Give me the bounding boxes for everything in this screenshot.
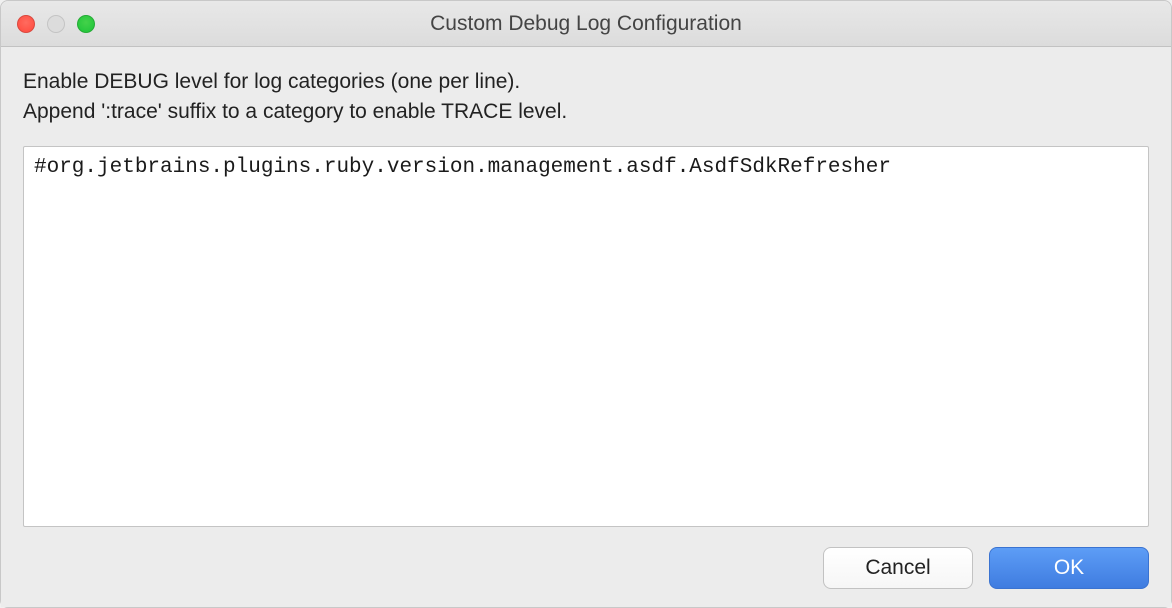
button-row: Cancel OK xyxy=(23,545,1149,589)
minimize-icon xyxy=(47,15,65,33)
traffic-lights xyxy=(17,15,95,33)
maximize-icon[interactable] xyxy=(77,15,95,33)
textarea-wrapper xyxy=(23,146,1149,527)
log-categories-textarea[interactable] xyxy=(23,146,1149,527)
close-icon[interactable] xyxy=(17,15,35,33)
description-line-1: Enable DEBUG level for log categories (o… xyxy=(23,70,520,93)
ok-button[interactable]: OK xyxy=(989,547,1149,589)
dialog-content: Enable DEBUG level for log categories (o… xyxy=(1,47,1171,607)
titlebar[interactable]: Custom Debug Log Configuration xyxy=(1,1,1171,47)
description-text: Enable DEBUG level for log categories (o… xyxy=(23,67,1149,128)
window-title: Custom Debug Log Configuration xyxy=(17,12,1155,36)
description-line-2: Append ':trace' suffix to a category to … xyxy=(23,100,567,123)
dialog-window: Custom Debug Log Configuration Enable DE… xyxy=(0,0,1172,608)
cancel-button[interactable]: Cancel xyxy=(823,547,973,589)
